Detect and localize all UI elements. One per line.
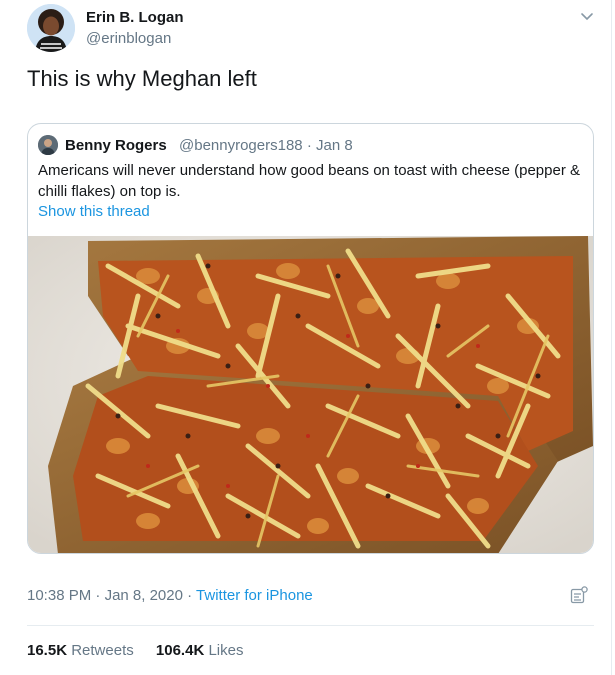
- retweets-label: Retweets: [71, 642, 134, 659]
- quoted-separator: ·: [306, 137, 312, 154]
- author-handle[interactable]: @erinblogan: [86, 30, 171, 47]
- beans-on-toast-photo[interactable]: [28, 236, 593, 554]
- avatar[interactable]: [27, 4, 75, 52]
- author-name[interactable]: Erin B. Logan: [86, 9, 184, 26]
- retweets-stat[interactable]: 16.5K Retweets: [27, 642, 138, 659]
- quoted-date[interactable]: Jan 8: [316, 137, 353, 154]
- stats-divider: [27, 625, 594, 626]
- quoted-tweet[interactable]: Benny Rogers @bennyrogers188 · Jan 8 Ame…: [27, 123, 594, 554]
- tweet-source-link[interactable]: Twitter for iPhone: [196, 587, 313, 604]
- retweets-count: 16.5K: [27, 642, 68, 659]
- tweet-analytics-icon[interactable]: [570, 586, 588, 604]
- quoted-avatar[interactable]: [38, 135, 58, 155]
- tweet-timestamp: 10:38 PM · Jan 8, 2020 · Twitter for iPh…: [27, 587, 313, 604]
- avatar-image: [27, 4, 75, 52]
- quoted-author-handle[interactable]: @bennyrogers188: [179, 137, 303, 154]
- column-border: [611, 0, 612, 675]
- quoted-avatar-image: [38, 135, 58, 155]
- quoted-meta: @bennyrogers188 · Jan 8: [179, 137, 353, 154]
- show-thread-link[interactable]: Show this thread: [38, 203, 150, 220]
- timestamp-separator: ·: [187, 587, 193, 604]
- quoted-author-name[interactable]: Benny Rogers: [65, 137, 167, 154]
- tweet-time[interactable]: 10:38 PM: [27, 587, 91, 604]
- likes-count: 106.4K: [155, 642, 205, 659]
- tweet-stats: 16.5K Retweets 106.4K Likes: [27, 642, 261, 659]
- tweet-card: Erin B. Logan @erinblogan This is why Me…: [0, 0, 615, 675]
- quoted-text: Americans will never understand how good…: [38, 162, 580, 200]
- likes-stat[interactable]: 106.4K Likes: [156, 642, 244, 659]
- tweet-date[interactable]: Jan 8, 2020: [105, 587, 183, 604]
- likes-label: Likes: [208, 642, 244, 659]
- chevron-down-icon[interactable]: [578, 10, 596, 24]
- timestamp-separator: ·: [95, 587, 101, 604]
- tweet-text: This is why Meghan left: [27, 66, 257, 91]
